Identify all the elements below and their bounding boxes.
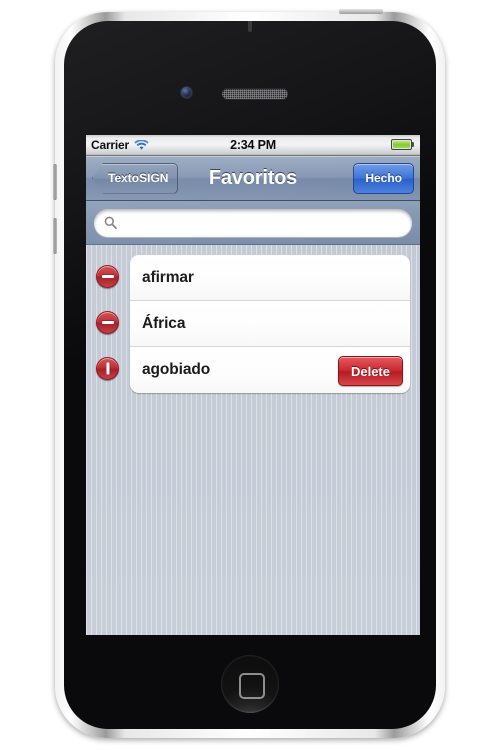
delete-confirm-button[interactable]: Delete <box>337 356 403 386</box>
home-button[interactable] <box>221 655 279 713</box>
minus-bar <box>101 321 114 324</box>
delete-minus-icon-rotated-row-2[interactable] <box>96 357 119 380</box>
delete-minus-icon-row-1[interactable] <box>96 311 119 334</box>
done-button[interactable]: Hecho <box>353 162 414 194</box>
iphone-device: Carrier 2:34 PM TextoSIGN Favoritos Hech… <box>53 9 445 738</box>
row-label: África <box>142 314 186 332</box>
sleep-wake-button[interactable] <box>339 9 383 14</box>
delete-button-label: Delete <box>350 363 390 379</box>
delete-minus-icon-row-0[interactable] <box>96 265 119 288</box>
table-row[interactable]: agobiado Delete <box>130 347 410 393</box>
antenna-slit <box>248 21 252 32</box>
volume-up-button[interactable] <box>53 164 57 200</box>
phone-screen: Carrier 2:34 PM TextoSIGN Favoritos Hech… <box>86 135 420 635</box>
table-group: afirmar África agobiado Delete <box>130 255 410 393</box>
search-bar <box>86 201 420 245</box>
minus-bar <box>106 362 109 375</box>
search-field[interactable] <box>94 208 412 237</box>
volume-down-button[interactable] <box>53 218 57 254</box>
navigation-bar: TextoSIGN Favoritos Hecho <box>86 156 420 201</box>
status-bar: Carrier 2:34 PM <box>86 135 420 156</box>
phone-bezel: Carrier 2:34 PM TextoSIGN Favoritos Hech… <box>64 21 436 729</box>
table-view: afirmar África agobiado Delete <box>86 245 420 635</box>
table-row[interactable]: África <box>130 301 410 347</box>
row-label: agobiado <box>142 361 211 378</box>
battery-icon <box>391 139 415 150</box>
status-time: 2:34 PM <box>230 138 276 152</box>
earpiece-speaker-icon <box>222 88 288 99</box>
search-input[interactable] <box>122 215 402 230</box>
front-camera-icon <box>181 87 192 98</box>
search-icon <box>104 216 117 229</box>
row-label: afirmar <box>142 268 194 286</box>
table-row[interactable]: afirmar <box>130 255 410 301</box>
done-button-label: Hecho <box>365 171 402 185</box>
minus-bar <box>101 275 114 278</box>
home-square-icon <box>239 673 265 699</box>
